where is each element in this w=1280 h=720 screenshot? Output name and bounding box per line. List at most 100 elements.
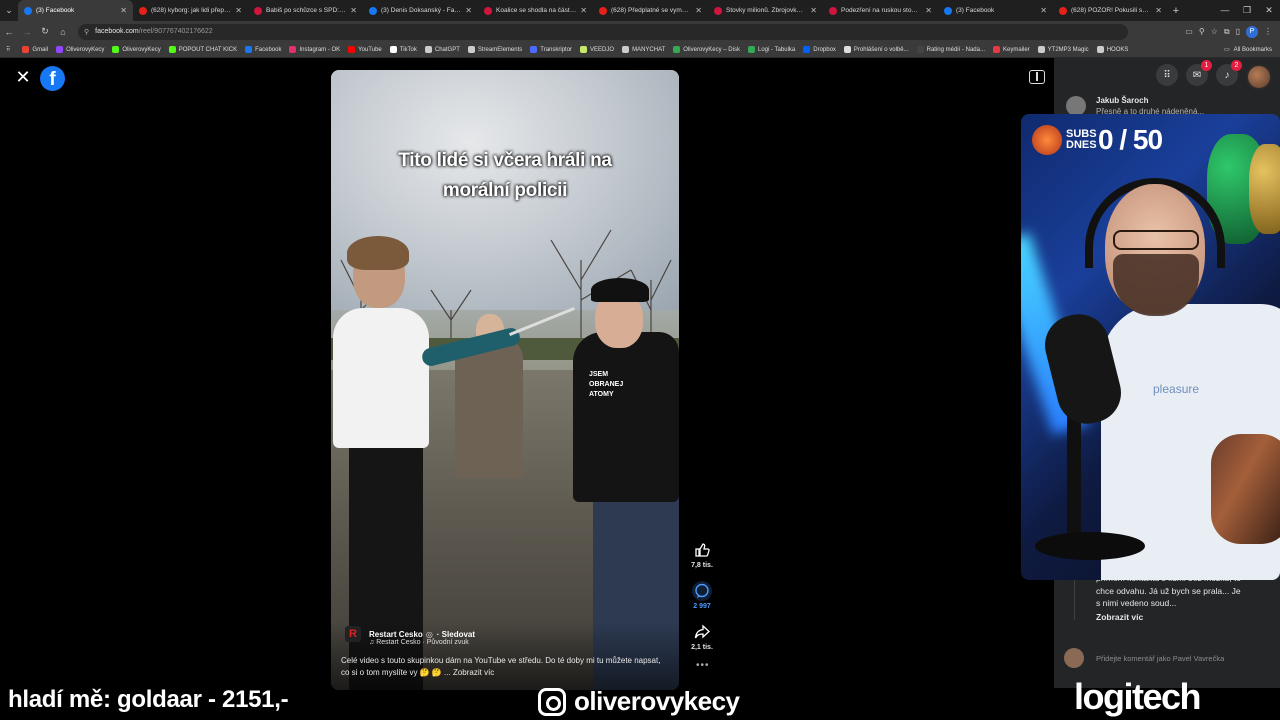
comment-button[interactable]: 2 997 (686, 581, 718, 610)
profile-avatar[interactable]: P (1246, 25, 1258, 38)
comment-count: 2 997 (693, 603, 711, 610)
bookmark-label: TikTok (399, 46, 417, 53)
browser-tab[interactable]: (628) Předplatné se vymykají ✕ (593, 0, 708, 21)
reload-icon[interactable]: ↻ (36, 26, 54, 37)
browser-tab[interactable]: Podezření na ruskou stopu sil ✕ (823, 0, 938, 21)
facebook-logo[interactable]: f (40, 66, 65, 91)
tab-close-icon[interactable]: ✕ (925, 6, 932, 15)
subs-goal: SUBS DNES 0 / 50 (1032, 124, 1163, 156)
donation-ticker: hladí mě: goldaar - 2151,- (8, 686, 289, 713)
browser-tab[interactable]: (3) Denis Doksanský - Fakta v ✕ (363, 0, 478, 21)
reel-video[interactable]: JSEM OBRANEJ ATOMY Tito lidé si včera hr… (331, 70, 679, 690)
browser-tab[interactable]: (628) kyborg: jak lidi přepisuj ✕ (133, 0, 248, 21)
bookmark-label: YT2MP3 Magic (1047, 46, 1089, 53)
browser-menu-icon[interactable]: ⋮ (1264, 27, 1272, 36)
tab-close-icon[interactable]: ✕ (810, 6, 817, 15)
bookmark-item[interactable]: Dropbox (803, 46, 836, 53)
forward-icon[interactable]: → (18, 27, 36, 37)
bookmark-item[interactable]: YouTube (348, 46, 382, 53)
bookmark-item[interactable]: Gmail (22, 46, 48, 53)
tab-close-icon[interactable]: ✕ (1155, 6, 1162, 15)
sidebar-icon[interactable]: ▯ (1236, 27, 1240, 36)
bookmark-item[interactable]: Keymailer (992, 46, 1030, 53)
tab-close-icon[interactable]: ✕ (235, 6, 242, 15)
messenger-icon[interactable]: ✉ 1 (1186, 60, 1212, 86)
comment-input[interactable]: Přidejte komentář jako Pavel Vavrečka (1096, 654, 1224, 663)
browser-tab[interactable]: Babiš po schůzce s SPD: Škrt ✕ (248, 0, 363, 21)
url-path: /reel/907767402176622 (138, 28, 213, 35)
tab-favicon-icon (254, 6, 262, 15)
bookmark-item[interactable]: Prohlášení o volbě... (843, 46, 909, 53)
bookmark-item[interactable]: HOOKS (1096, 46, 1128, 53)
bookmark-item[interactable]: Transkriptor (530, 46, 572, 53)
bookmark-item[interactable]: OliverovyKecy (112, 46, 161, 53)
minimize-icon[interactable]: — (1214, 0, 1236, 21)
share-button[interactable]: 2,1 tis. (686, 622, 718, 651)
browser-tab[interactable]: (628) POZOR! Pokusili se don ✕ (1053, 0, 1168, 21)
extensions-icon[interactable]: ⧉ (1224, 27, 1230, 37)
comment-composer[interactable]: Přidejte komentář jako Pavel Vavrečka (1064, 648, 1264, 668)
browser-tab[interactable]: (3) Facebook ✕ (938, 0, 1053, 21)
browser-tab[interactable]: Stovky milionů. Zbrojovka od ✕ (708, 0, 823, 21)
bookmark-favicon-icon (580, 46, 588, 53)
cast-icon[interactable]: ▭ (1185, 27, 1193, 36)
bookmark-item[interactable]: Instagram - OK (289, 46, 340, 53)
maximize-icon[interactable]: ❐ (1236, 0, 1258, 21)
bookmark-item[interactable]: VEEDJO (580, 46, 614, 53)
zoom-icon[interactable]: ⚲ (1199, 27, 1205, 36)
bookmark-item[interactable]: Logi - Tabulka (747, 46, 795, 53)
bookmark-item[interactable]: Rating médií - Nada... (916, 46, 985, 53)
bookmark-favicon-icon (622, 46, 630, 53)
author-avatar[interactable]: R (345, 626, 361, 642)
caption-line-1: Tito lidé si včera hráli na (398, 150, 612, 171)
bookmark-item[interactable]: StreamElements (467, 46, 522, 53)
tab-close-icon[interactable]: ✕ (350, 6, 357, 15)
close-icon[interactable]: ✕ (14, 68, 32, 86)
tab-title: Podezření na ruskou stopu sil (841, 7, 922, 14)
bookmark-item[interactable]: ChatGPT (424, 46, 460, 53)
bookmark-item[interactable]: OliverovyKecy – Disk (673, 46, 740, 53)
new-tab-button[interactable]: + (1168, 5, 1184, 17)
bookmark-item[interactable]: TikTok (389, 46, 417, 53)
bookmark-item[interactable]: Facebook (245, 46, 281, 53)
like-button[interactable]: 7,8 tis. (686, 540, 718, 569)
folder-icon: ▭ (1223, 47, 1230, 53)
tab-search-icon[interactable]: ⌄ (0, 0, 18, 21)
tab-close-icon[interactable]: ✕ (465, 6, 472, 15)
bookmark-item[interactable]: MANYCHAT (622, 46, 665, 53)
notifications-bell-icon[interactable]: ♪ 2 (1216, 60, 1242, 86)
tab-close-icon[interactable]: ✕ (1040, 6, 1047, 15)
reel-description[interactable]: Celé video s touto skupinkou dám na YouT… (341, 655, 671, 679)
site-info-icon[interactable]: ⚲ (84, 28, 89, 36)
all-bookmarks[interactable]: ▭ All Bookmarks (1223, 46, 1272, 54)
browser-tab[interactable]: (3) Facebook ✕ (18, 0, 133, 21)
follow-button[interactable]: · Sledovat (437, 630, 475, 639)
commenter-avatar[interactable] (1066, 96, 1086, 116)
bookmark-favicon-icon (747, 46, 755, 53)
bookmark-star-icon[interactable]: ☆ (1211, 27, 1218, 36)
browser-tab[interactable]: Koalice se shodla na částečné ✕ (478, 0, 593, 21)
url-input[interactable]: ⚲ facebook.com/reel/907767402176622 (78, 23, 1128, 40)
tab-title: Koalice se shodla na částečné (496, 7, 577, 14)
expand-sidebar-icon[interactable] (1029, 70, 1045, 84)
show-more-link[interactable]: Zobrazit víc (1096, 611, 1246, 624)
bookmark-item[interactable]: OliverovyKecy (56, 46, 104, 53)
tab-title: (3) Facebook (956, 7, 995, 14)
bookmark-item[interactable]: YT2MP3 Magic (1037, 46, 1089, 53)
address-bar: ← → ↻ ⌂ ⚲ facebook.com/reel/907767402176… (0, 21, 1280, 42)
tab-close-icon[interactable]: ✕ (580, 6, 587, 15)
commenter-name[interactable]: Jakub Šaroch (1096, 96, 1204, 105)
menu-grid-icon[interactable]: ⠿ (1156, 64, 1178, 86)
tab-close-icon[interactable]: ✕ (695, 6, 702, 15)
more-options-icon[interactable]: ••• (696, 660, 710, 671)
back-icon[interactable]: ← (0, 27, 18, 37)
close-window-icon[interactable]: ✕ (1258, 0, 1280, 21)
account-avatar[interactable] (1246, 64, 1272, 90)
bookmark-favicon-icon (467, 46, 475, 53)
apps-icon[interactable]: ⠿ (6, 46, 10, 53)
home-icon[interactable]: ⌂ (54, 27, 72, 37)
audio-label[interactable]: ♫ Restart Cesko · Původní zvuk (369, 639, 469, 646)
bookmark-item[interactable]: POPOUT CHAT KICK (168, 46, 237, 53)
tab-close-icon[interactable]: ✕ (120, 6, 127, 15)
author-name[interactable]: Restart Cesko (369, 630, 423, 639)
